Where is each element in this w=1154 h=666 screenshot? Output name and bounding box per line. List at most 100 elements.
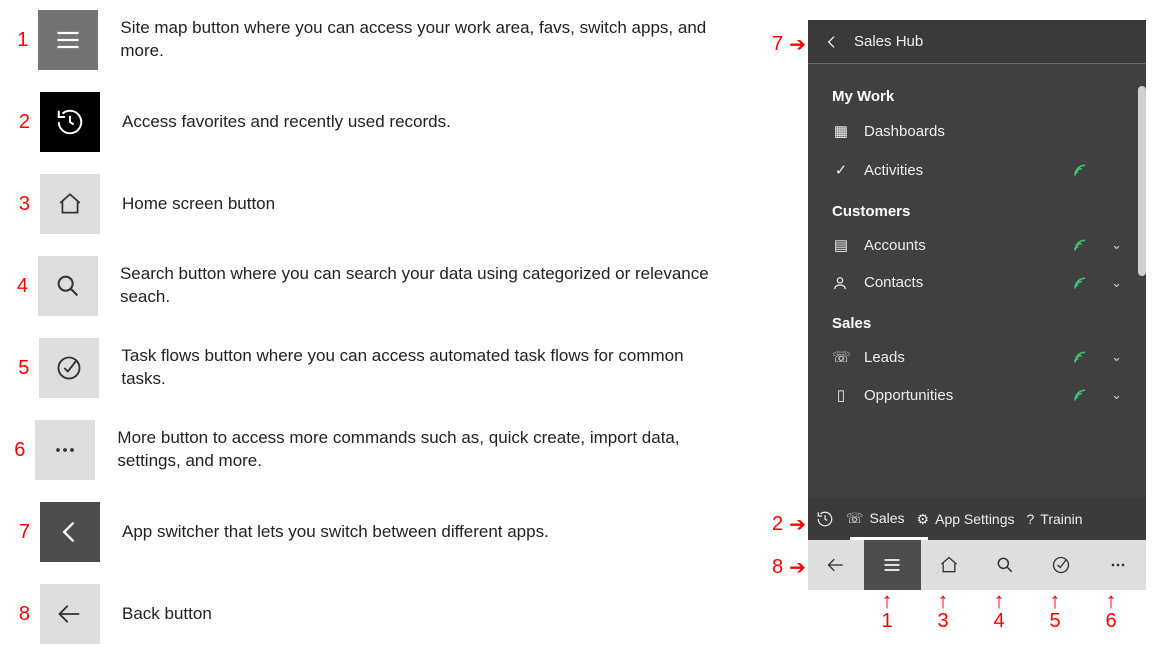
search-icon (54, 272, 82, 300)
legend-number: 1 (0, 29, 28, 52)
callout-num: 5 (1040, 610, 1070, 633)
chevron-down-icon[interactable]: ⌄ (1111, 387, 1122, 403)
legend-row: 5 Task flows button where you can access… (0, 338, 720, 398)
arrow-right-icon: ➔ (789, 512, 806, 537)
nav-item-contacts[interactable]: Contacts ⌄ (808, 264, 1146, 301)
chevron-down-icon[interactable]: ⌄ (1111, 275, 1122, 291)
legend-text: Task flows button where you can access a… (121, 345, 720, 391)
search-icon (995, 555, 1015, 575)
app-switcher-tile (40, 502, 100, 562)
taskflow-icon (1051, 555, 1071, 575)
taskflow-button[interactable] (1033, 540, 1089, 590)
hamburger-icon (54, 26, 82, 54)
arrow-left-icon (56, 600, 84, 628)
nav-item-opportunities[interactable]: ▯ Opportunities ⌄ (808, 376, 1146, 414)
history-icon (55, 107, 85, 137)
accounts-icon: ▤ (832, 236, 850, 254)
arrow-up-icon: ↑ (872, 592, 902, 610)
activities-icon: ✓ (832, 161, 850, 179)
legend-row: 2 Access favorites and recently used rec… (0, 92, 720, 152)
arrow-left-icon (826, 555, 846, 575)
more-icon (1108, 555, 1128, 575)
legend-row: 1 Site map button where you can access y… (0, 10, 720, 70)
legend-text: More button to access more commands such… (117, 427, 720, 473)
arrow-up-icon: ↑ (928, 592, 958, 610)
nav-label: Dashboards (864, 123, 1061, 140)
chevron-down-icon[interactable]: ⌄ (1111, 237, 1122, 253)
callout-num: 3 (928, 610, 958, 633)
legend-text: Site map button where you can access you… (120, 17, 720, 63)
legend-number: 4 (0, 275, 28, 298)
nav-label: Accounts (864, 237, 1059, 254)
sitemap-button[interactable] (864, 540, 920, 590)
search-button[interactable] (977, 540, 1033, 590)
more-button[interactable] (1090, 540, 1146, 590)
panel-title: Sales Hub (854, 33, 923, 50)
dashboards-icon: ▦ (832, 122, 850, 140)
area-sales[interactable]: ☏ Sales (846, 510, 905, 529)
legend-row: 3 Home screen button (0, 174, 720, 234)
panel-body: My Work ▦ Dashboards ⦿ ⌄ ✓ Activities ⌄ … (808, 64, 1146, 414)
opportunities-icon: ▯ (832, 386, 850, 404)
contacts-icon (832, 275, 850, 291)
legend-text: Back button (122, 603, 212, 626)
legend-number: 3 (0, 193, 30, 216)
sales-hub-panel: Sales Hub My Work ▦ Dashboards ⦿ ⌄ ✓ Act… (808, 20, 1146, 590)
area-label: App Settings (935, 511, 1014, 527)
chevron-left-icon[interactable] (824, 34, 840, 50)
legend-row: 7 App switcher that lets you switch betw… (0, 502, 720, 562)
home-icon (939, 555, 959, 575)
wifi-icon (1073, 387, 1089, 403)
callout-num: 4 (984, 610, 1014, 633)
back-button[interactable] (808, 540, 864, 590)
legend-number: 5 (0, 357, 29, 380)
callout-5: ↑5 (1040, 592, 1070, 633)
home-button[interactable] (921, 540, 977, 590)
search-tile (38, 256, 98, 316)
legend-number: 2 (0, 111, 30, 134)
nav-item-accounts[interactable]: ▤ Accounts ⌄ (808, 226, 1146, 264)
history-icon (816, 510, 834, 528)
callout-7: 7➔ (772, 32, 806, 57)
area-switcher: ☏ Sales ⚙App Settings ?Trainin (808, 498, 1146, 540)
legend-text: Home screen button (122, 193, 275, 216)
legend-row: 6 More button to access more commands su… (0, 420, 720, 480)
legend-row: 8 Back button (0, 584, 720, 644)
area-label: Sales (870, 510, 905, 526)
legend: 1 Site map button where you can access y… (0, 10, 720, 666)
legend-number: 8 (0, 603, 30, 626)
legend-text: App switcher that lets you switch betwee… (122, 521, 549, 544)
chevron-left-icon (56, 518, 84, 546)
more-icon (51, 436, 79, 464)
callout-1: ↑1 (872, 592, 902, 633)
legend-text: Search button where you can search your … (120, 263, 720, 309)
callout-num: 2 (772, 513, 783, 536)
area-app-settings[interactable]: ⚙App Settings (917, 511, 1015, 528)
area-history[interactable] (816, 510, 834, 528)
nav-item-dashboards[interactable]: ▦ Dashboards ⦿ ⌄ (808, 111, 1146, 151)
section-title-mywork: My Work (808, 74, 1146, 111)
scrollbar[interactable] (1138, 86, 1146, 276)
bottom-command-bar (808, 540, 1146, 590)
phone-icon: ☏ (846, 510, 864, 527)
arrow-up-icon: ↑ (1096, 592, 1126, 610)
taskflow-icon (55, 354, 83, 382)
chevron-down-icon[interactable]: ⌄ (1111, 349, 1122, 365)
back-tile (40, 584, 100, 644)
nav-label: Opportunities (864, 387, 1059, 404)
wifi-icon (1073, 237, 1089, 253)
nav-label: Activities (864, 162, 1059, 179)
callout-num: 8 (772, 556, 783, 579)
more-tile (35, 420, 95, 480)
nav-item-leads[interactable]: ☏ Leads ⌄ (808, 338, 1146, 376)
leads-icon: ☏ (832, 348, 850, 366)
callout-num: 6 (1096, 610, 1126, 633)
arrow-right-icon: ➔ (789, 555, 806, 580)
nav-item-activities[interactable]: ✓ Activities ⌄ (808, 151, 1146, 189)
callout-6: ↑6 (1096, 592, 1126, 633)
panel-header[interactable]: Sales Hub (808, 20, 1146, 64)
callout-8: 8➔ (772, 555, 806, 580)
help-icon: ? (1027, 511, 1035, 527)
hamburger-icon (882, 555, 902, 575)
area-training[interactable]: ?Trainin (1027, 511, 1083, 527)
